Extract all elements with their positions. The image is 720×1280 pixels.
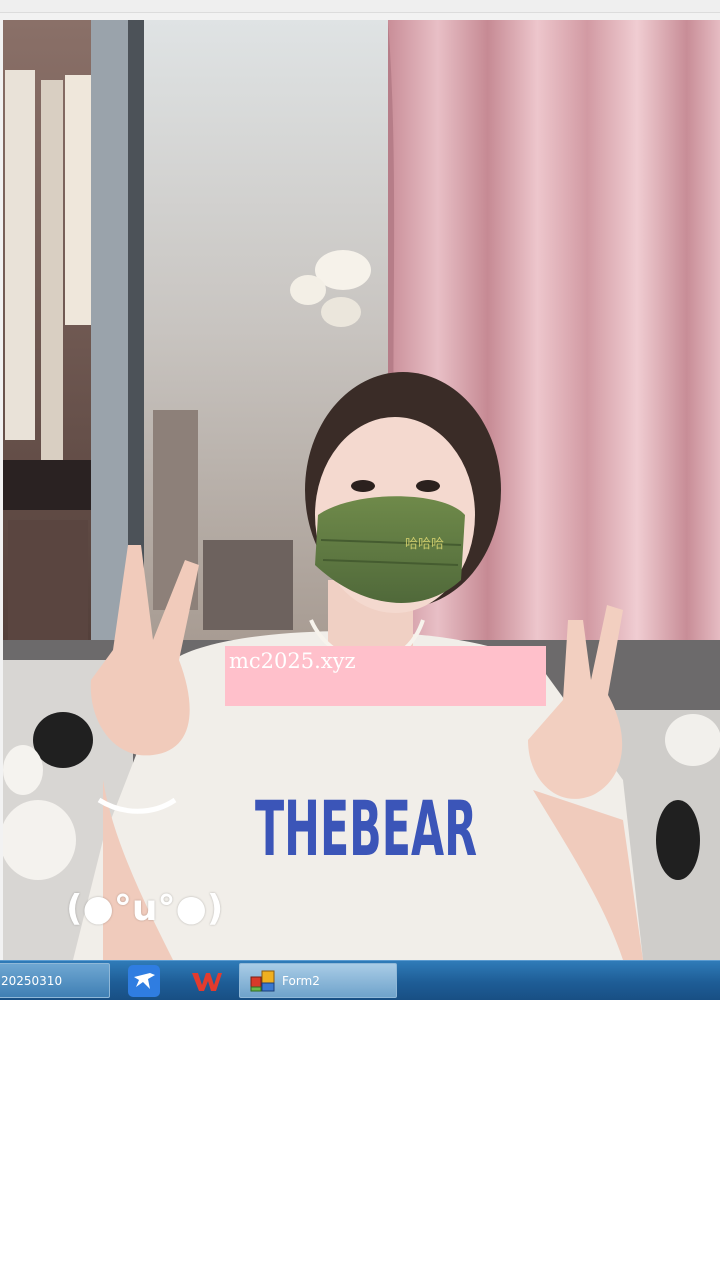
taskbar-window-form2[interactable]: Form2 (239, 963, 397, 998)
form-app-icon (250, 970, 275, 991)
photo-image: 哈哈哈 THEBEAR (3, 20, 720, 960)
window-top-bar (0, 0, 720, 13)
wps-office-icon[interactable] (190, 965, 222, 997)
taskbar-window-label: 20250310 (1, 973, 63, 988)
watermark-label: mc2025.xyz (225, 646, 546, 706)
empty-area (0, 1000, 720, 1280)
taskbar: 20250310 Form2 (0, 960, 720, 1000)
bird-app-icon[interactable] (128, 965, 160, 997)
shirt-text: THEBEAR (255, 784, 477, 873)
svg-text:哈哈哈: 哈哈哈 (405, 537, 444, 552)
taskbar-window-label: Form2 (282, 973, 320, 988)
photo-view: 哈哈哈 THEBEAR (3, 20, 720, 960)
emoticon-sticker: (●°u°●) (66, 888, 224, 929)
taskbar-window-20250310[interactable]: 20250310 (0, 963, 110, 998)
screen: 哈哈哈 THEBEAR (●°u°●) mc2025.xyz 20250310 (0, 0, 720, 1280)
